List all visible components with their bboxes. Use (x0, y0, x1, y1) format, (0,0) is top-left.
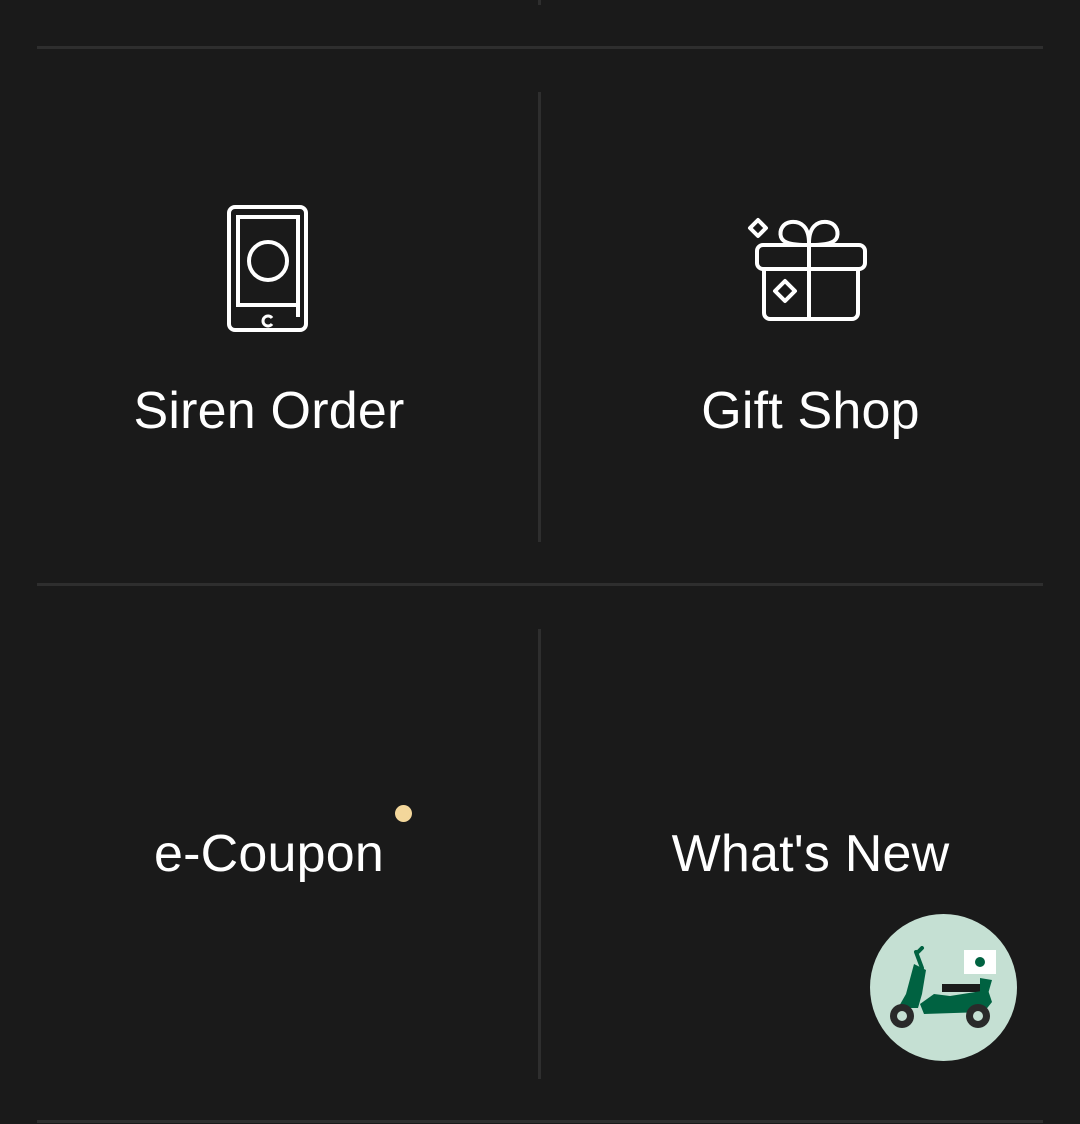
menu-item-label: Siren Order (133, 382, 405, 440)
grid-divider-vertical-top (538, 0, 541, 5)
gift-icon (745, 217, 869, 323)
delivery-fab-button[interactable] (870, 914, 1017, 1061)
menu-item-siren-order[interactable]: Siren Order (0, 49, 538, 584)
delivery-scooter-icon (884, 946, 1004, 1030)
mobile-order-icon (226, 205, 310, 333)
menu-item-gift-shop[interactable]: Gift Shop (541, 49, 1080, 584)
grid-divider-horizontal-3 (37, 1120, 1043, 1123)
menu-item-label: e-Coupon (154, 825, 384, 883)
new-badge-dot (395, 805, 412, 822)
menu-item-label: Gift Shop (701, 382, 920, 440)
menu-item-e-coupon[interactable]: e-Coupon (0, 586, 538, 1121)
menu-item-whats-new[interactable]: What's New (541, 586, 1080, 1121)
menu-screen: Siren Order Gift Shop e-Coupon What's Ne… (0, 0, 1080, 1124)
menu-item-label: What's New (671, 825, 950, 883)
